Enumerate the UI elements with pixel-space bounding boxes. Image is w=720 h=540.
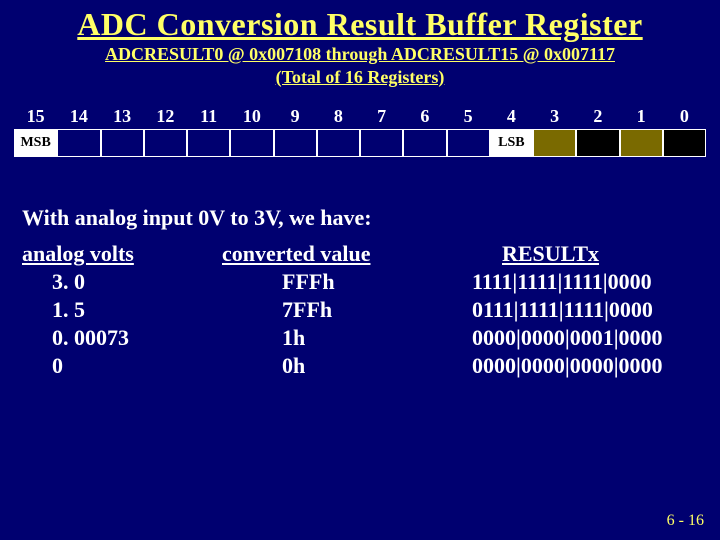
- bit-number-row: 15 14 13 12 11 10 9 8 7 6 5 4 3 2 1 0: [14, 106, 706, 127]
- cell-result: 0000|0000|0001|0000: [472, 325, 712, 351]
- subtitle-line-1: ADCRESULT0 @ 0x007108 through ADCRESULT1…: [105, 44, 615, 64]
- table-row: 3. 0 FFFh 1111|1111|1111|0000: [22, 269, 720, 295]
- cell-hex: FFFh: [222, 269, 472, 295]
- body-text: With analog input 0V to 3V, we have:: [22, 205, 720, 231]
- bit-num: 10: [230, 106, 273, 127]
- bit-num: 2: [576, 106, 619, 127]
- cell-hex: 7FFh: [222, 297, 472, 323]
- bit-cell: [57, 129, 100, 157]
- bit-cell: [230, 129, 273, 157]
- table-row: 1. 5 7FFh 0111|1111|1111|0000: [22, 297, 720, 323]
- page-title: ADC Conversion Result Buffer Register: [0, 0, 720, 43]
- bit-cell: [274, 129, 317, 157]
- slide: ADC Conversion Result Buffer Register AD…: [0, 0, 720, 540]
- subtitle-line-2: (Total of 16 Registers): [276, 67, 445, 87]
- page-number: 6 - 16: [667, 512, 704, 530]
- cell-volts: 1. 5: [22, 297, 222, 323]
- bit-num: 6: [403, 106, 446, 127]
- bit-cell: [576, 129, 619, 157]
- bit-num: 11: [187, 106, 230, 127]
- col-header-volts: analog volts: [22, 241, 222, 267]
- bit-cell: [187, 129, 230, 157]
- bit-cell: [447, 129, 490, 157]
- cell-volts: 0. 00073: [22, 325, 222, 351]
- bit-cell-lsb: LSB: [490, 129, 533, 157]
- bit-cell-row: MSB LSB: [14, 129, 706, 157]
- bit-cell: [663, 129, 706, 157]
- bit-num: 5: [447, 106, 490, 127]
- bit-num: 8: [317, 106, 360, 127]
- col-header-result: RESULTx: [472, 241, 712, 267]
- cell-hex: 1h: [222, 325, 472, 351]
- table-header-row: analog volts converted value RESULTx: [22, 241, 720, 267]
- cell-result: 1111|1111|1111|0000: [472, 269, 712, 295]
- register-diagram: 15 14 13 12 11 10 9 8 7 6 5 4 3 2 1 0 MS…: [14, 106, 706, 157]
- bit-num: 3: [533, 106, 576, 127]
- bit-cell-msb: MSB: [14, 129, 57, 157]
- bit-cell: [317, 129, 360, 157]
- col-header-hex: converted value: [222, 241, 472, 267]
- bit-cell: [620, 129, 663, 157]
- cell-hex: 0h: [222, 353, 472, 379]
- bit-num: 13: [101, 106, 144, 127]
- bit-num: 4: [490, 106, 533, 127]
- cell-volts: 3. 0: [22, 269, 222, 295]
- cell-volts: 0: [22, 353, 222, 379]
- cell-result: 0111|1111|1111|0000: [472, 297, 712, 323]
- bit-num: 14: [57, 106, 100, 127]
- page-subtitle: ADCRESULT0 @ 0x007108 through ADCRESULT1…: [0, 43, 720, 88]
- table-row: 0. 00073 1h 0000|0000|0001|0000: [22, 325, 720, 351]
- table-row: 0 0h 0000|0000|0000|0000: [22, 353, 720, 379]
- bit-num: 1: [620, 106, 663, 127]
- cell-result: 0000|0000|0000|0000: [472, 353, 712, 379]
- bit-num: 9: [274, 106, 317, 127]
- bit-cell: [360, 129, 403, 157]
- bit-num: 7: [360, 106, 403, 127]
- bit-num: 0: [663, 106, 706, 127]
- bit-cell: [533, 129, 576, 157]
- bit-cell: [144, 129, 187, 157]
- conversion-table: analog volts converted value RESULTx 3. …: [22, 241, 720, 379]
- bit-num: 15: [14, 106, 57, 127]
- bit-num: 12: [144, 106, 187, 127]
- bit-cell: [403, 129, 446, 157]
- bit-cell: [101, 129, 144, 157]
